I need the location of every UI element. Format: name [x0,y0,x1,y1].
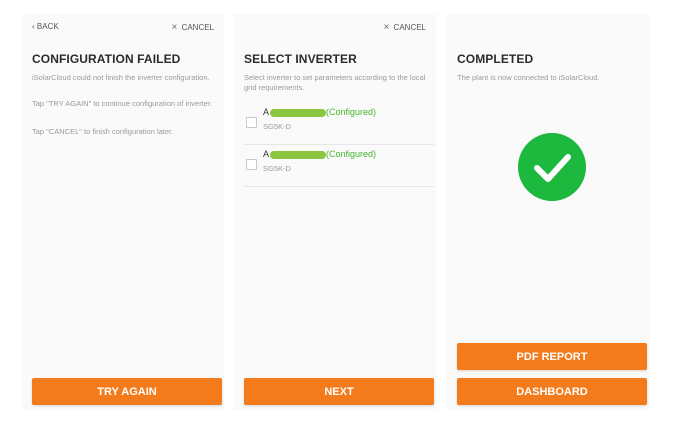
back-button[interactable]: ‹ BACK [32,22,59,31]
cancel-button[interactable]: × CANCEL [383,22,426,33]
cancel-button[interactable]: × CANCEL [171,22,214,33]
inverter-name: A [263,107,270,117]
next-button[interactable]: NEXT [244,378,434,405]
inverter-checkbox[interactable] [246,117,257,128]
page-title: SELECT INVERTER [244,52,357,66]
inverter-list-item[interactable]: A (Configured) SG5K-D [244,146,434,187]
check-circle-icon [518,133,586,201]
back-label: BACK [36,22,59,31]
inverter-model: SG5K-D [263,164,291,173]
inverter-list-item[interactable]: A (Configured) SG5K-D [244,104,434,145]
configuration-failed-screen: ‹ BACK × CANCEL CONFIGURATION FAILED iSo… [22,14,224,410]
dashboard-button[interactable]: DASHBOARD [457,378,647,405]
description-text: The plant is now connected to iSolarClou… [457,73,600,82]
description-text: Select inverter to set parameters accord… [244,73,426,92]
configured-status: (Configured) [326,107,377,117]
cancel-label: CANCEL [393,23,426,32]
configured-status: (Configured) [326,149,377,159]
inverter-name-line: A (Configured) [263,107,376,117]
inverter-name-line: A (Configured) [263,149,376,159]
inverter-checkbox[interactable] [246,159,257,170]
page-title: CONFIGURATION FAILED [32,52,181,66]
try-again-button[interactable]: TRY AGAIN [32,378,222,405]
instruction-cancel: Tap "CANCEL" to finish configuration lat… [32,127,174,136]
page-title: COMPLETED [457,52,534,66]
top-bar: × CANCEL [244,22,426,36]
instruction-try-again: Tap "TRY AGAIN" to continue configuratio… [32,99,213,108]
inverter-model: SG5K-D [263,122,291,131]
pdf-report-button[interactable]: PDF REPORT [457,343,647,370]
close-icon: × [383,22,390,33]
top-bar: ‹ BACK × CANCEL [32,22,214,36]
redacted-serial [270,108,327,117]
select-inverter-screen: × CANCEL SELECT INVERTER Select inverter… [234,14,436,410]
description-text: iSolarCloud could not finish the inverte… [32,73,210,82]
inverter-name: A [263,149,270,159]
redacted-serial [270,150,327,159]
chevron-left-icon: ‹ [32,22,35,31]
cancel-label: CANCEL [181,23,214,32]
completed-screen: COMPLETED The plant is now connected to … [447,14,649,410]
close-icon: × [171,22,178,33]
